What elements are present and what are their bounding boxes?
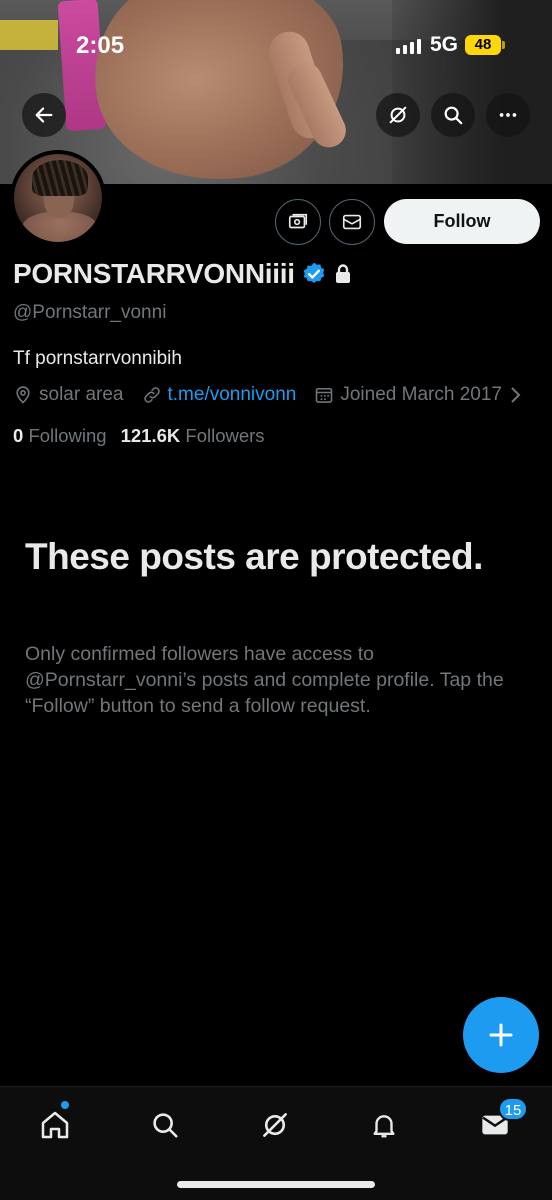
joined-date: Joined March 2017	[314, 384, 522, 406]
arrow-left-icon	[35, 107, 53, 123]
location-text: solar area	[39, 384, 124, 405]
location-pin-icon	[16, 386, 30, 404]
display-name: PORNSTARRVONNiiii	[13, 258, 295, 289]
bio: Tf pornstarrvonnibih	[13, 348, 182, 369]
status-bar: 2:05 5G 48	[0, 0, 552, 90]
followers-link[interactable]: 121.6K Followers	[121, 425, 265, 447]
website-link[interactable]: t.me/vonnivonn	[142, 384, 297, 406]
tab-search[interactable]	[143, 1103, 187, 1147]
location: solar area	[13, 384, 124, 406]
chevron-right-icon[interactable]	[508, 385, 522, 405]
followers-label: Followers	[185, 425, 265, 446]
tab-notifications[interactable]	[362, 1103, 406, 1147]
tab-grok[interactable]	[253, 1103, 297, 1147]
compose-button[interactable]	[463, 997, 539, 1073]
plus-icon	[489, 1023, 513, 1047]
more-horizontal-icon	[499, 113, 517, 117]
message-button[interactable]	[329, 199, 375, 245]
mail-icon	[342, 214, 362, 230]
profile-meta: solar area t.me/vonnivonn Joined March 2…	[13, 384, 540, 406]
verified-badge-icon[interactable]	[301, 261, 327, 287]
home-unread-dot	[61, 1101, 69, 1109]
following-link[interactable]: 0 Following	[13, 425, 107, 447]
website-text[interactable]: t.me/vonnivonn	[168, 384, 297, 406]
follow-button[interactable]: Follow	[384, 199, 540, 244]
joined-text: Joined March 2017	[340, 384, 502, 405]
following-count: 0	[13, 425, 24, 446]
protected-description: Only confirmed followers have access to …	[25, 643, 504, 717]
followers-count: 121.6K	[120, 425, 181, 446]
home-icon	[41, 1111, 69, 1139]
grok-button[interactable]	[376, 93, 420, 137]
following-label: Following	[28, 425, 107, 446]
follow-stats: 0 Following 121.6K Followers	[13, 425, 265, 447]
avatar[interactable]	[10, 150, 106, 246]
search-icon	[444, 106, 463, 125]
status-time: 2:05	[76, 32, 125, 59]
battery-icon: 48	[465, 35, 501, 55]
back-button[interactable]	[22, 93, 66, 137]
home-indicator	[177, 1181, 375, 1188]
handle: @Pornstarr_vonni	[13, 302, 167, 323]
search-button[interactable]	[431, 93, 475, 137]
lock-icon	[335, 264, 350, 283]
search-icon	[153, 1113, 178, 1138]
messages-badge: 15	[498, 1097, 528, 1121]
more-button[interactable]	[486, 93, 530, 137]
calendar-icon	[316, 387, 333, 403]
name-row: PORNSTARRVONNiiii	[13, 258, 353, 290]
grok-icon	[263, 1113, 287, 1137]
link-icon	[143, 387, 160, 403]
grok-icon	[389, 106, 407, 124]
signal-icon	[396, 38, 421, 54]
notifications-icon	[373, 1115, 395, 1138]
subscribe-button[interactable]	[275, 199, 321, 245]
money-icon	[288, 213, 308, 229]
tab-home[interactable]	[33, 1103, 77, 1147]
network-type: 5G	[430, 33, 459, 56]
protected-title: These posts are protected.	[25, 536, 483, 577]
